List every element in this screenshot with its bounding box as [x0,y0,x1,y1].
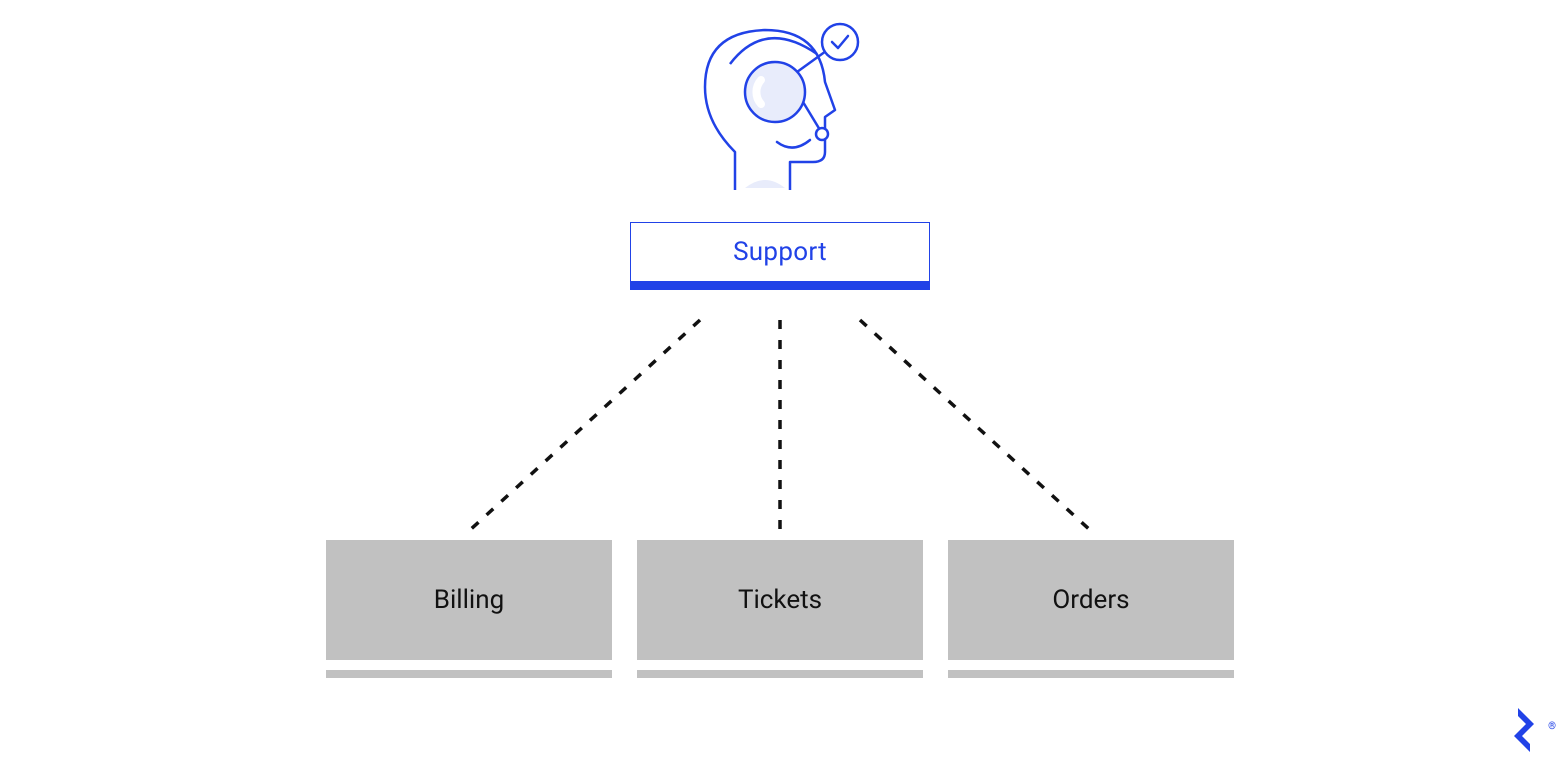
root-node-underline [630,282,930,290]
child-node-underline [326,670,612,678]
toptal-logo-icon [1500,706,1548,754]
root-node-support: Support [630,222,930,282]
child-node-billing: Billing [326,540,612,660]
diagram-canvas: Support Billing Tickets Orders ® [0,0,1560,766]
child-node-orders: Orders [948,540,1234,660]
root-node-label: Support [733,237,827,267]
child-node-label: Tickets [738,585,822,615]
child-node-label: Billing [434,585,504,615]
child-node-label: Orders [1052,585,1129,615]
child-node-underline [637,670,923,678]
child-node-underline [948,670,1234,678]
registered-mark: ® [1548,721,1556,732]
child-node-tickets: Tickets [637,540,923,660]
support-agent-icon [685,12,875,202]
